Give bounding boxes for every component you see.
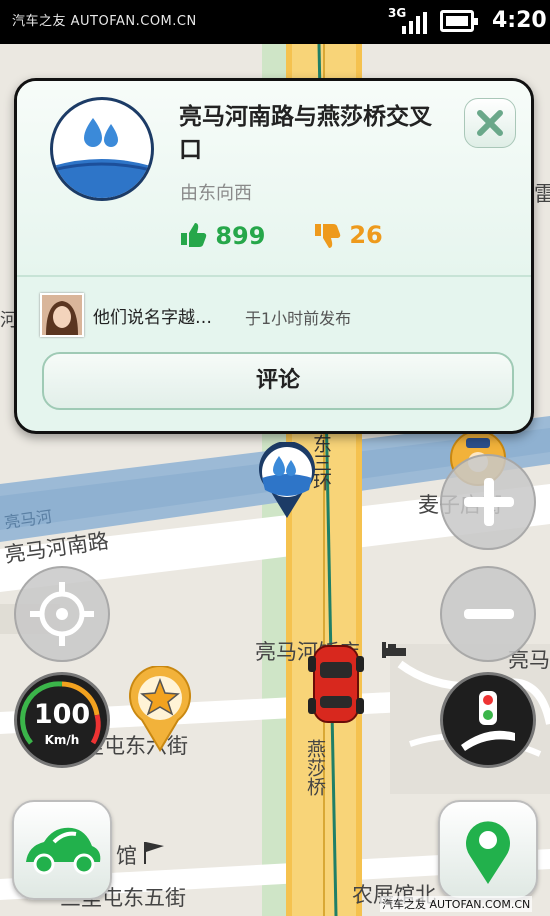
battery-icon: [440, 10, 478, 32]
water-report-pin-icon[interactable]: [257, 442, 317, 522]
road-label-yansha-bridge: 燕莎桥: [304, 739, 326, 796]
comment-preview[interactable]: 他们说名字越…: [93, 303, 212, 328]
watermark-text: 汽车之友 AUTOFAN.COM.CN: [12, 14, 197, 29]
minus-icon: [464, 609, 514, 619]
dislike-count: 26: [349, 221, 383, 249]
signal-icon: [402, 12, 428, 34]
close-button[interactable]: [464, 98, 516, 148]
zoom-out-button[interactable]: [440, 566, 536, 662]
label-guan: 馆: [116, 844, 137, 868]
status-bar: 汽车之友 AUTOFAN.COM.CN 3G 4:20: [0, 0, 550, 44]
speedometer: 100 Km/h: [14, 672, 110, 768]
report-title: 亮马河南路与燕莎桥交叉口: [179, 104, 432, 163]
like-button[interactable]: 899: [179, 221, 265, 250]
traffic-button[interactable]: [440, 672, 536, 768]
plus-icon: [464, 478, 514, 526]
menu-car-button[interactable]: [12, 800, 112, 900]
card-divider: [17, 275, 531, 277]
posted-time: 于1小时前发布: [245, 309, 352, 328]
user-avatar[interactable]: [40, 293, 84, 337]
water-drop-icon: [53, 118, 151, 198]
flag-icon: [144, 842, 164, 864]
map-pin-icon: [466, 821, 510, 884]
clock: 4:20: [492, 8, 547, 33]
label-lei-partial: 雷: [534, 182, 550, 206]
hazard-report-pin-icon[interactable]: [128, 666, 192, 752]
locate-me-button[interactable]: [14, 566, 110, 662]
dislike-button[interactable]: 26: [313, 221, 383, 249]
close-icon: [477, 110, 503, 136]
thumbs-down-icon: [315, 224, 341, 248]
current-position-car-icon: [308, 645, 364, 723]
thumbs-up-icon: [181, 223, 207, 247]
footer-watermark: 汽车之友 AUTOFAN.COM.CN: [380, 896, 533, 912]
crosshair-icon: [30, 582, 94, 646]
report-button[interactable]: [438, 800, 538, 900]
like-count: 899: [215, 222, 266, 250]
hotel-icon: [382, 642, 406, 658]
report-detail-card: 亮马河南路与燕莎桥交叉口 由东向西 899 26 他们说名字越… 于1小时前发布…: [14, 78, 534, 434]
car-icon: [26, 827, 101, 875]
traffic-light-icon: [461, 691, 515, 751]
comment-button[interactable]: 评论: [42, 352, 514, 410]
speed-unit: Km/h: [44, 733, 80, 747]
speed-value: 100: [33, 699, 91, 730]
report-type-avatar: [50, 97, 154, 201]
report-direction: 由东向西: [180, 183, 252, 204]
user-photo-icon: [42, 295, 82, 335]
zoom-in-button[interactable]: [440, 454, 536, 550]
